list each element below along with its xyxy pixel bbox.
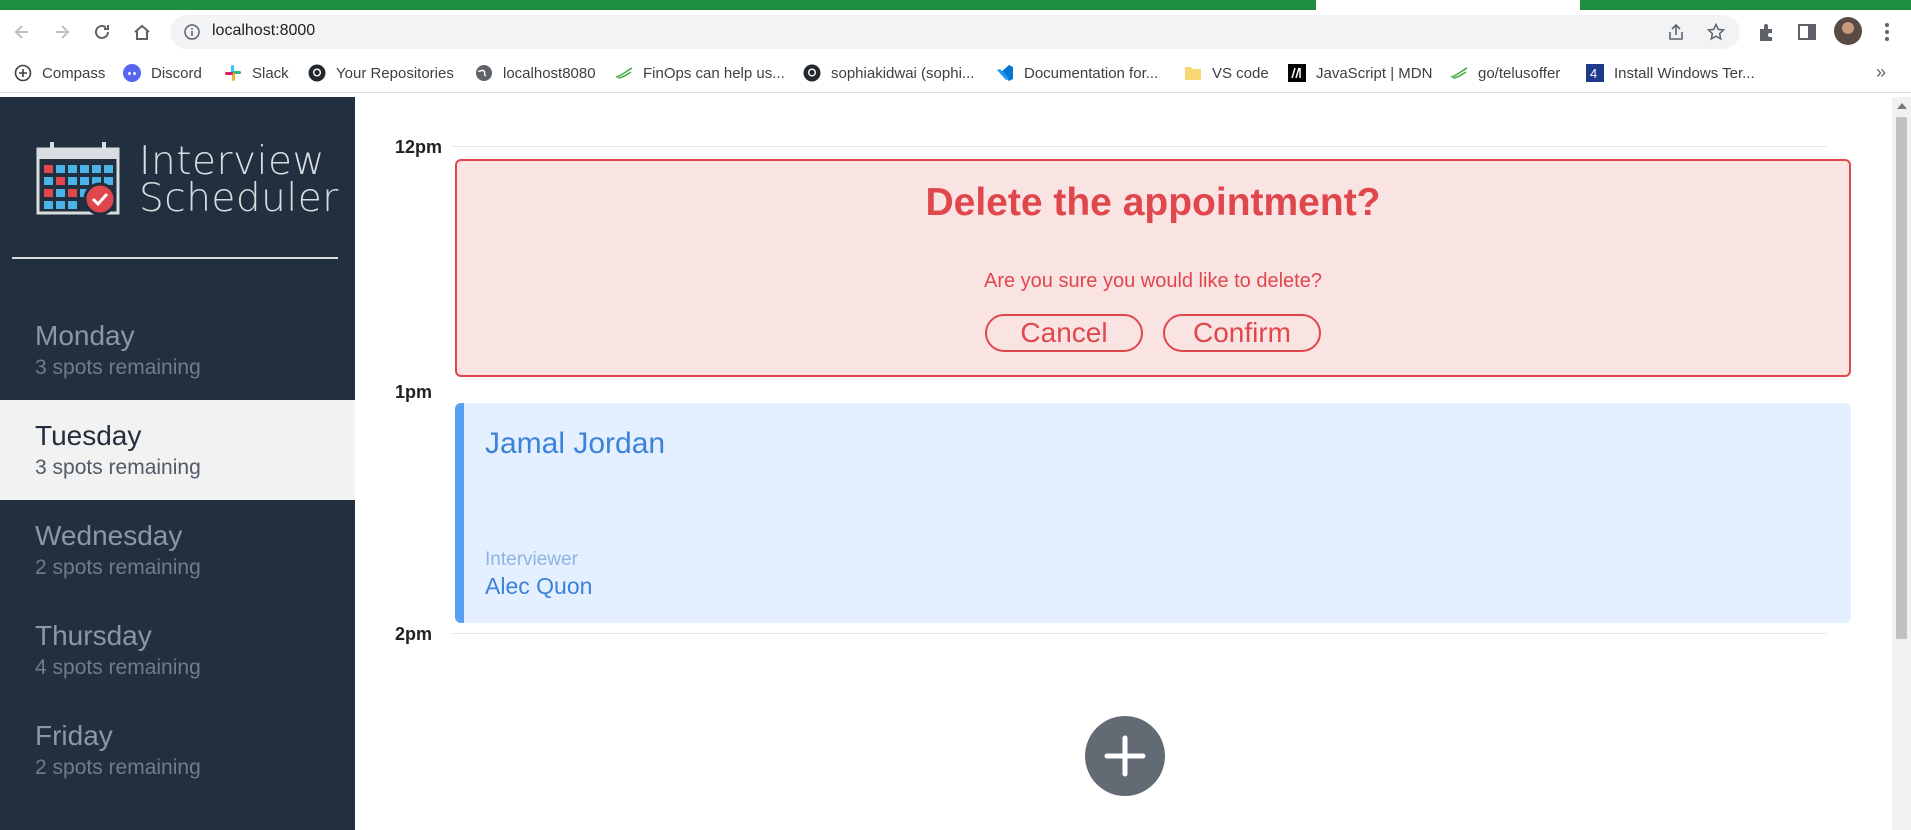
day-item-friday[interactable]: Friday 2 spots remaining [0,700,355,800]
bookmark-vs-code[interactable]: VS code [1184,63,1269,83]
day-spots: 2 spots remaining [35,756,201,779]
day-spots: 4 spots remaining [35,656,201,679]
reload-icon[interactable] [90,20,114,44]
mdn-icon [1288,64,1306,82]
slot-time-label: 12pm [395,137,443,157]
windows-terminal-icon: 4 [1586,64,1604,82]
delete-title: Delete the appointment? [925,181,1381,224]
github-icon [803,64,821,82]
site-info-icon[interactable] [184,24,200,40]
bookmark-slack[interactable]: Slack [224,63,289,83]
day-spots: 3 spots remaining [35,456,201,479]
bookmark-label: Your Repositories [336,64,454,82]
more-bookmarks-chevron[interactable]: » [1876,62,1886,83]
bookmark-label: VS code [1212,64,1269,82]
interviewer-name: Alec Quon [485,573,593,599]
sidebar-divider [12,257,338,259]
bookmark-discord[interactable]: Discord [123,63,202,83]
day-item-wednesday[interactable]: Wednesday 2 spots remaining [0,500,355,600]
bookmark-finops[interactable]: FinOps can help us... [615,63,785,83]
bookmark-compass[interactable]: Compass [14,63,105,83]
url-text[interactable]: localhost:8000 [212,22,315,40]
scroll-up-arrow-icon[interactable] [1897,103,1907,109]
app-title: Interview Scheduler [139,139,339,221]
github-icon [308,64,326,82]
plus-icon [1104,735,1146,777]
telus-icon [1450,67,1468,79]
bookmark-localhost8080[interactable]: localhost8080 [475,63,596,83]
tab-group-bar [1580,0,1911,10]
scrollbar-thumb[interactable] [1896,117,1907,639]
slack-icon [225,65,241,81]
back-icon[interactable] [10,20,34,44]
app-title-line1: Interview [139,139,325,184]
browser-tab-strip [0,0,1911,10]
slot-divider [451,633,1827,634]
delete-confirmation: Delete the appointment? Are you sure you… [455,159,1851,377]
bookmark-label: localhost8080 [503,64,596,82]
bookmark-label: go/telusoffer [1478,64,1561,82]
day-name: Tuesday [35,420,142,451]
cancel-button[interactable]: Cancel [985,314,1143,352]
bookmark-sophiakidwai[interactable]: sophiakidwai (sophi... [803,63,974,83]
confirm-button[interactable]: Confirm [1163,314,1321,352]
tab-group-bar [0,0,1316,10]
interviewer-label: Interviewer [485,549,578,570]
day-item-thursday[interactable]: Thursday 4 spots remaining [0,600,355,700]
browser-toolbar: localhost:8000 [0,10,1911,54]
day-item-monday[interactable]: Monday 3 spots remaining [0,300,355,400]
profile-avatar[interactable] [1834,17,1862,45]
bookmark-label: Install Windows Ter... [1614,64,1755,82]
side-panel-icon[interactable] [1796,21,1818,43]
day-name: Monday [35,320,135,351]
share-icon[interactable] [1667,23,1685,41]
bookmark-documentation[interactable]: Documentation for... [996,63,1158,83]
calendar-logo-icon [36,142,120,216]
day-name: Wednesday [35,520,183,551]
page-scrollbar[interactable] [1892,97,1911,830]
day-name: Thursday [35,620,152,651]
finops-icon [615,67,633,79]
bookmark-label: JavaScript | MDN [1316,64,1433,82]
bookmark-label: Compass [42,64,106,82]
slot-time-label: 1pm [395,382,433,402]
day-item-tuesday[interactable]: Tuesday 3 spots remaining [0,400,355,500]
forward-icon[interactable] [50,20,74,44]
schedule: 12pm Delete the appointment? Are you sur… [355,97,1892,830]
app-title-line2: Scheduler [139,176,339,221]
add-appointment-button[interactable] [1085,716,1165,796]
delete-actions: Cancel Confirm [457,314,1849,352]
delete-message: Are you sure you would like to delete? [984,270,1322,292]
bookmark-install-windows-terminal[interactable]: 4 Install Windows Ter... [1586,63,1755,83]
address-bar[interactable]: localhost:8000 [170,15,1740,49]
student-name: Jamal Jordan [485,427,666,460]
vscode-icon [997,65,1013,81]
svg-text:4: 4 [1590,66,1597,81]
discord-icon [123,64,141,82]
day-spots: 3 spots remaining [35,356,201,379]
slot-time-label: 2pm [395,624,433,644]
menu-kebab-icon[interactable] [1876,21,1898,43]
bookmark-label: Documentation for... [1024,64,1159,82]
bookmark-label: Discord [151,64,202,82]
appointment-card[interactable]: Jamal Jordan Interviewer Alec Quon [455,403,1851,623]
bookmark-label: FinOps can help us... [643,64,785,82]
day-spots: 2 spots remaining [35,556,201,579]
sidebar: Interview Scheduler Monday 3 spots remai… [0,97,355,830]
day-name: Friday [35,720,113,751]
slot-divider [451,146,1827,147]
folder-icon [1185,67,1201,80]
bookmarks-bar: Compass Discord Slack Your Repositories … [0,54,1911,93]
extensions-icon[interactable] [1756,21,1778,43]
bookmark-label: sophiakidwai (sophi... [831,64,975,82]
bookmark-go-telusoffer[interactable]: go/telusoffer [1450,63,1560,83]
bookmark-label: Slack [252,64,289,82]
bookmark-javascript-mdn[interactable]: JavaScript | MDN [1288,63,1432,83]
bookmark-star-icon[interactable] [1707,23,1725,41]
bookmark-your-repositories[interactable]: Your Repositories [308,63,454,83]
globe-icon [476,65,492,81]
home-icon[interactable] [130,20,154,44]
compass-icon [14,64,32,82]
